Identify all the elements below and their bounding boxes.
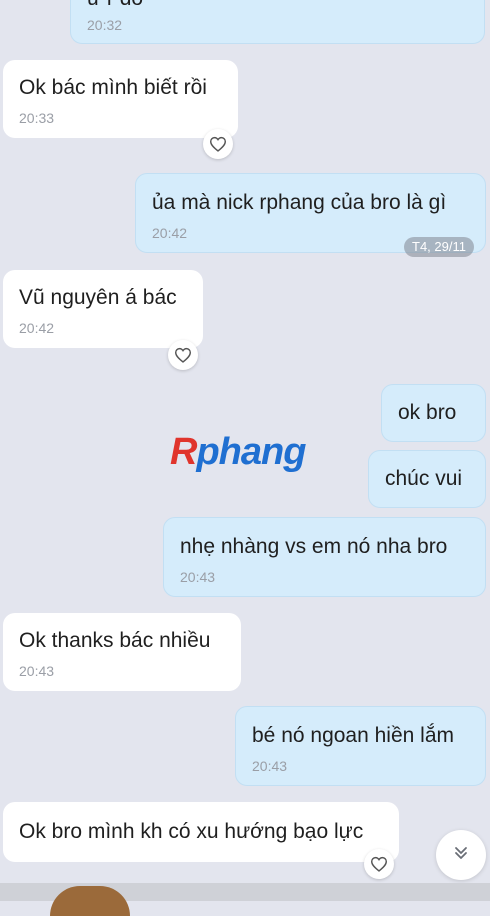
message-bubble-incoming[interactable]: Vũ nguyên á bác 20:42 [3, 270, 203, 348]
heart-reaction-icon[interactable] [364, 849, 394, 879]
message-text: Ok thanks bác nhiều [19, 629, 211, 652]
message-bubble-incoming[interactable]: Ok bác mình biết rồi 20:33 [3, 60, 238, 138]
watermark-letter: R [170, 431, 197, 473]
message-bubble-outgoing[interactable]: ok bro [381, 384, 486, 442]
message-bubble-outgoing[interactable]: nhẹ nhàng vs em nó nha bro 20:43 [163, 517, 486, 597]
message-time: 20:43 [19, 663, 55, 679]
message-bubble-outgoing[interactable]: chúc vui [368, 450, 486, 508]
message-text: ừ r đó [87, 0, 470, 13]
message-text: chúc vui [385, 467, 463, 490]
message-bubble-incoming[interactable]: Ok bro mình kh có xu hướng bạo lực [3, 802, 399, 862]
message-time: 20:43 [180, 569, 216, 585]
message-time: 20:43 [252, 758, 288, 774]
message-text: bé nó ngoan hiền lắm [252, 724, 454, 747]
message-time: 20:33 [19, 110, 55, 126]
message-bubble-outgoing[interactable]: ừ r đó 20:32 [70, 0, 485, 44]
heart-reaction-icon[interactable] [203, 129, 233, 159]
heart-reaction-icon[interactable] [168, 340, 198, 370]
message-text: Ok bác mình biết rồi [19, 76, 207, 99]
watermark-text: phang [196, 431, 306, 473]
scroll-to-bottom-button[interactable] [436, 830, 486, 880]
double-chevron-down-icon [452, 844, 470, 867]
message-text: ủa mà nick rphang của bro là gì [152, 191, 447, 214]
message-bubble-incoming[interactable]: Ok thanks bác nhiều 20:43 [3, 613, 241, 691]
message-text: Vũ nguyên á bác [19, 286, 177, 309]
chat-thread: ừ r đó 20:32 Ok bác mình biết rồi 20:33 … [0, 0, 490, 916]
date-divider: T4, 29/11 [404, 237, 474, 257]
message-text: ok bro [398, 401, 457, 424]
message-text: nhẹ nhàng vs em nó nha bro [180, 535, 448, 558]
message-time: 20:32 [87, 17, 123, 33]
message-time: 20:42 [19, 320, 55, 336]
watermark-logo: Rphang [170, 430, 306, 474]
message-bubble-outgoing[interactable]: bé nó ngoan hiền lắm 20:43 [235, 706, 486, 786]
message-text: Ok bro mình kh có xu hướng bạo lực [19, 820, 364, 843]
